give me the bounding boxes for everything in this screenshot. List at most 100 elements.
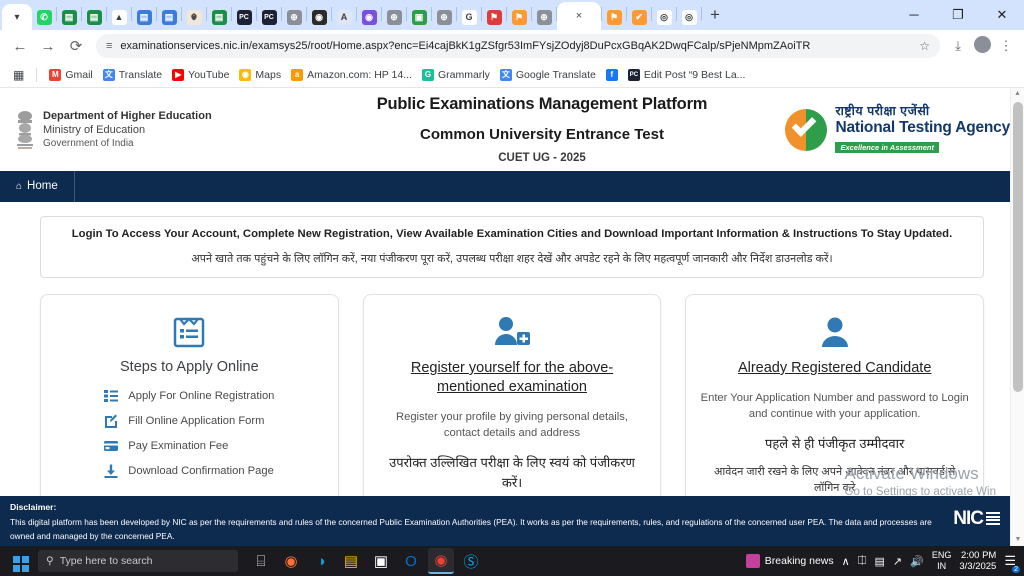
tab-favicon-google: G: [461, 9, 477, 25]
browser-tab[interactable]: ⊕: [382, 4, 406, 30]
tab-favicon-india-flag-1: ⚑: [511, 9, 527, 25]
minimize-icon[interactable]: ─: [892, 0, 936, 30]
firefox-icon[interactable]: ◉: [278, 548, 304, 574]
nav-item-home[interactable]: ⌂ Home: [0, 171, 75, 202]
scroll-down-icon[interactable]: ▼: [1011, 534, 1024, 546]
nta-branding: राष्ट्रीय परीक्षा एजेंसी National Testin…: [770, 104, 1010, 155]
tab-favicon-green-app: ▣: [411, 9, 427, 25]
url-text: examinationservices.nic.in/examsys25/roo…: [120, 40, 811, 52]
bookmark-item[interactable]: a Amazon.com: HP 14...: [286, 67, 417, 83]
notification-icon[interactable]: ☰ 2: [1004, 553, 1020, 573]
windows-taskbar: ⚲ Type here to search ⌸ ◉ ◑ ▤ ▣ O ◉ Ⓢ Breaking …: [0, 546, 1024, 576]
browser-tab[interactable]: ◎: [677, 4, 701, 30]
tab-search-button[interactable]: ▾: [2, 4, 32, 30]
tab-favicon-pc-1: PC: [236, 9, 252, 25]
card-register-title[interactable]: Register yourself for the above-mentione…: [378, 359, 647, 397]
step-item[interactable]: Apply For Online Registration: [104, 389, 274, 403]
main-nav: ⌂ Home: [0, 171, 1024, 202]
bookmark-item[interactable]: PC Edit Post “9 Best La...: [623, 67, 751, 83]
browser-tab[interactable]: ▤: [82, 4, 106, 30]
wifi-icon[interactable]: ↗: [893, 555, 902, 568]
download-icon[interactable]: ⤓: [946, 38, 970, 54]
microsoft-store-icon[interactable]: ▣: [368, 548, 394, 574]
site-header: Department of Higher Education Ministry …: [0, 88, 1024, 171]
browser-tab[interactable]: G: [457, 4, 481, 30]
bookmark-item[interactable]: 文 Google Translate: [495, 67, 601, 83]
task-view-icon[interactable]: ⌸: [248, 548, 274, 574]
chevron-up-icon[interactable]: ∧: [842, 555, 850, 568]
news-widget[interactable]: Breaking news: [745, 554, 834, 568]
browser-tab[interactable]: ◎: [652, 4, 676, 30]
browser-tab[interactable]: ▣: [407, 4, 431, 30]
browser-tab[interactable]: ⊕: [532, 4, 556, 30]
browser-tab[interactable]: ▤: [207, 4, 231, 30]
back-icon[interactable]: ←: [6, 38, 34, 55]
close-window-icon[interactable]: ✕: [980, 0, 1024, 30]
forward-icon[interactable]: →: [34, 38, 62, 55]
home-icon: ⌂: [16, 181, 23, 192]
chrome-icon[interactable]: ◉: [428, 548, 454, 574]
browser-tab[interactable]: PC: [232, 4, 256, 30]
scroll-up-icon[interactable]: ▲: [1011, 88, 1024, 100]
browser-tab[interactable]: ☬: [182, 4, 206, 30]
browser-menu-icon[interactable]: ⋮: [994, 38, 1018, 54]
bookmark-item[interactable]: G Grammarly: [417, 67, 495, 83]
maximize-icon[interactable]: ❐: [936, 0, 980, 30]
tab-favicon-globe-3: ⊕: [436, 9, 452, 25]
skype-icon[interactable]: Ⓢ: [458, 548, 484, 574]
browser-tab[interactable]: ⚑: [482, 4, 506, 30]
taskbar-apps: ⌸ ◉ ◑ ▤ ▣ O ◉ Ⓢ: [248, 548, 484, 574]
clock[interactable]: 2:00 PM 3/3/2025: [959, 550, 996, 572]
apps-grid-icon[interactable]: ▦: [8, 66, 29, 84]
step-item[interactable]: Fill Online Application Form: [104, 414, 274, 428]
browser-tab[interactable]: ▤: [132, 4, 156, 30]
page-scrollbar[interactable]: ▲ ▼: [1010, 88, 1024, 546]
scrollbar-thumb[interactable]: [1013, 102, 1023, 392]
address-bar[interactable]: ≡ examinationservices.nic.in/examsys25/r…: [96, 34, 940, 58]
browser-tab[interactable]: ◉: [307, 4, 331, 30]
browser-tab[interactable]: ⊕: [282, 4, 306, 30]
bookmark-item[interactable]: 文 Translate: [98, 67, 167, 83]
bookmark-star-icon[interactable]: ☆: [911, 39, 930, 53]
browser-tab[interactable]: ✔: [627, 4, 651, 30]
reload-icon[interactable]: ⟳: [62, 37, 90, 55]
site-settings-icon[interactable]: ≡: [106, 40, 112, 52]
browser-tab[interactable]: ▤: [157, 4, 181, 30]
india-emblem-icon: [17, 110, 33, 149]
browser-tab[interactable]: ⚑: [602, 4, 626, 30]
volume-icon[interactable]: 🔊: [910, 555, 924, 568]
browser-tab[interactable]: ✆: [32, 4, 56, 30]
notice-hindi: अपने खाते तक पहुंचने के लिए लॉगिन करें, …: [191, 253, 833, 265]
bookmark-item[interactable]: f: [601, 67, 623, 83]
close-icon[interactable]: ×: [576, 10, 582, 22]
card-already-registered[interactable]: Already Registered Candidate Enter Your …: [685, 294, 985, 524]
onedrive-icon[interactable]: ⎅: [858, 555, 867, 568]
avatar[interactable]: [970, 36, 994, 56]
step-label: Fill Online Application Form: [128, 415, 265, 427]
tab-favicon-emblem: ☬: [186, 9, 202, 25]
browser-tab[interactable]: ⊕: [432, 4, 456, 30]
search-input[interactable]: ⚲ Type here to search: [38, 550, 238, 572]
bookmark-item[interactable]: ▶ YouTube: [167, 67, 234, 83]
card-login-title[interactable]: Already Registered Candidate: [700, 359, 969, 378]
browser-tab[interactable]: PC: [257, 4, 281, 30]
browser-tab[interactable]: ▤: [57, 4, 81, 30]
step-item[interactable]: Download Confirmation Page: [104, 464, 274, 478]
step-item[interactable]: Pay Exmination Fee: [104, 439, 274, 453]
browser-tab[interactable]: A: [332, 4, 356, 30]
outlook-icon[interactable]: O: [398, 548, 424, 574]
tab-favicon-sheets-1: ▤: [61, 9, 77, 25]
browser-tab[interactable]: ◉: [357, 4, 381, 30]
file-explorer-icon[interactable]: ▤: [338, 548, 364, 574]
bookmark-item[interactable]: ◉ Maps: [234, 67, 286, 83]
new-tab-button[interactable]: +: [702, 2, 728, 28]
browser-tab[interactable]: ▲: [107, 4, 131, 30]
tab-active[interactable]: ×: [557, 2, 601, 30]
edge-icon[interactable]: ◑: [308, 548, 334, 574]
browser-tab[interactable]: ⚑: [507, 4, 531, 30]
card-register[interactable]: Register yourself for the above-mentione…: [362, 294, 662, 524]
bookmark-item[interactable]: M Gmail: [44, 67, 97, 83]
windows-start-icon[interactable]: [4, 550, 38, 572]
language-indicator[interactable]: ENG IN: [932, 550, 952, 572]
network-icon[interactable]: ▤: [875, 555, 885, 568]
